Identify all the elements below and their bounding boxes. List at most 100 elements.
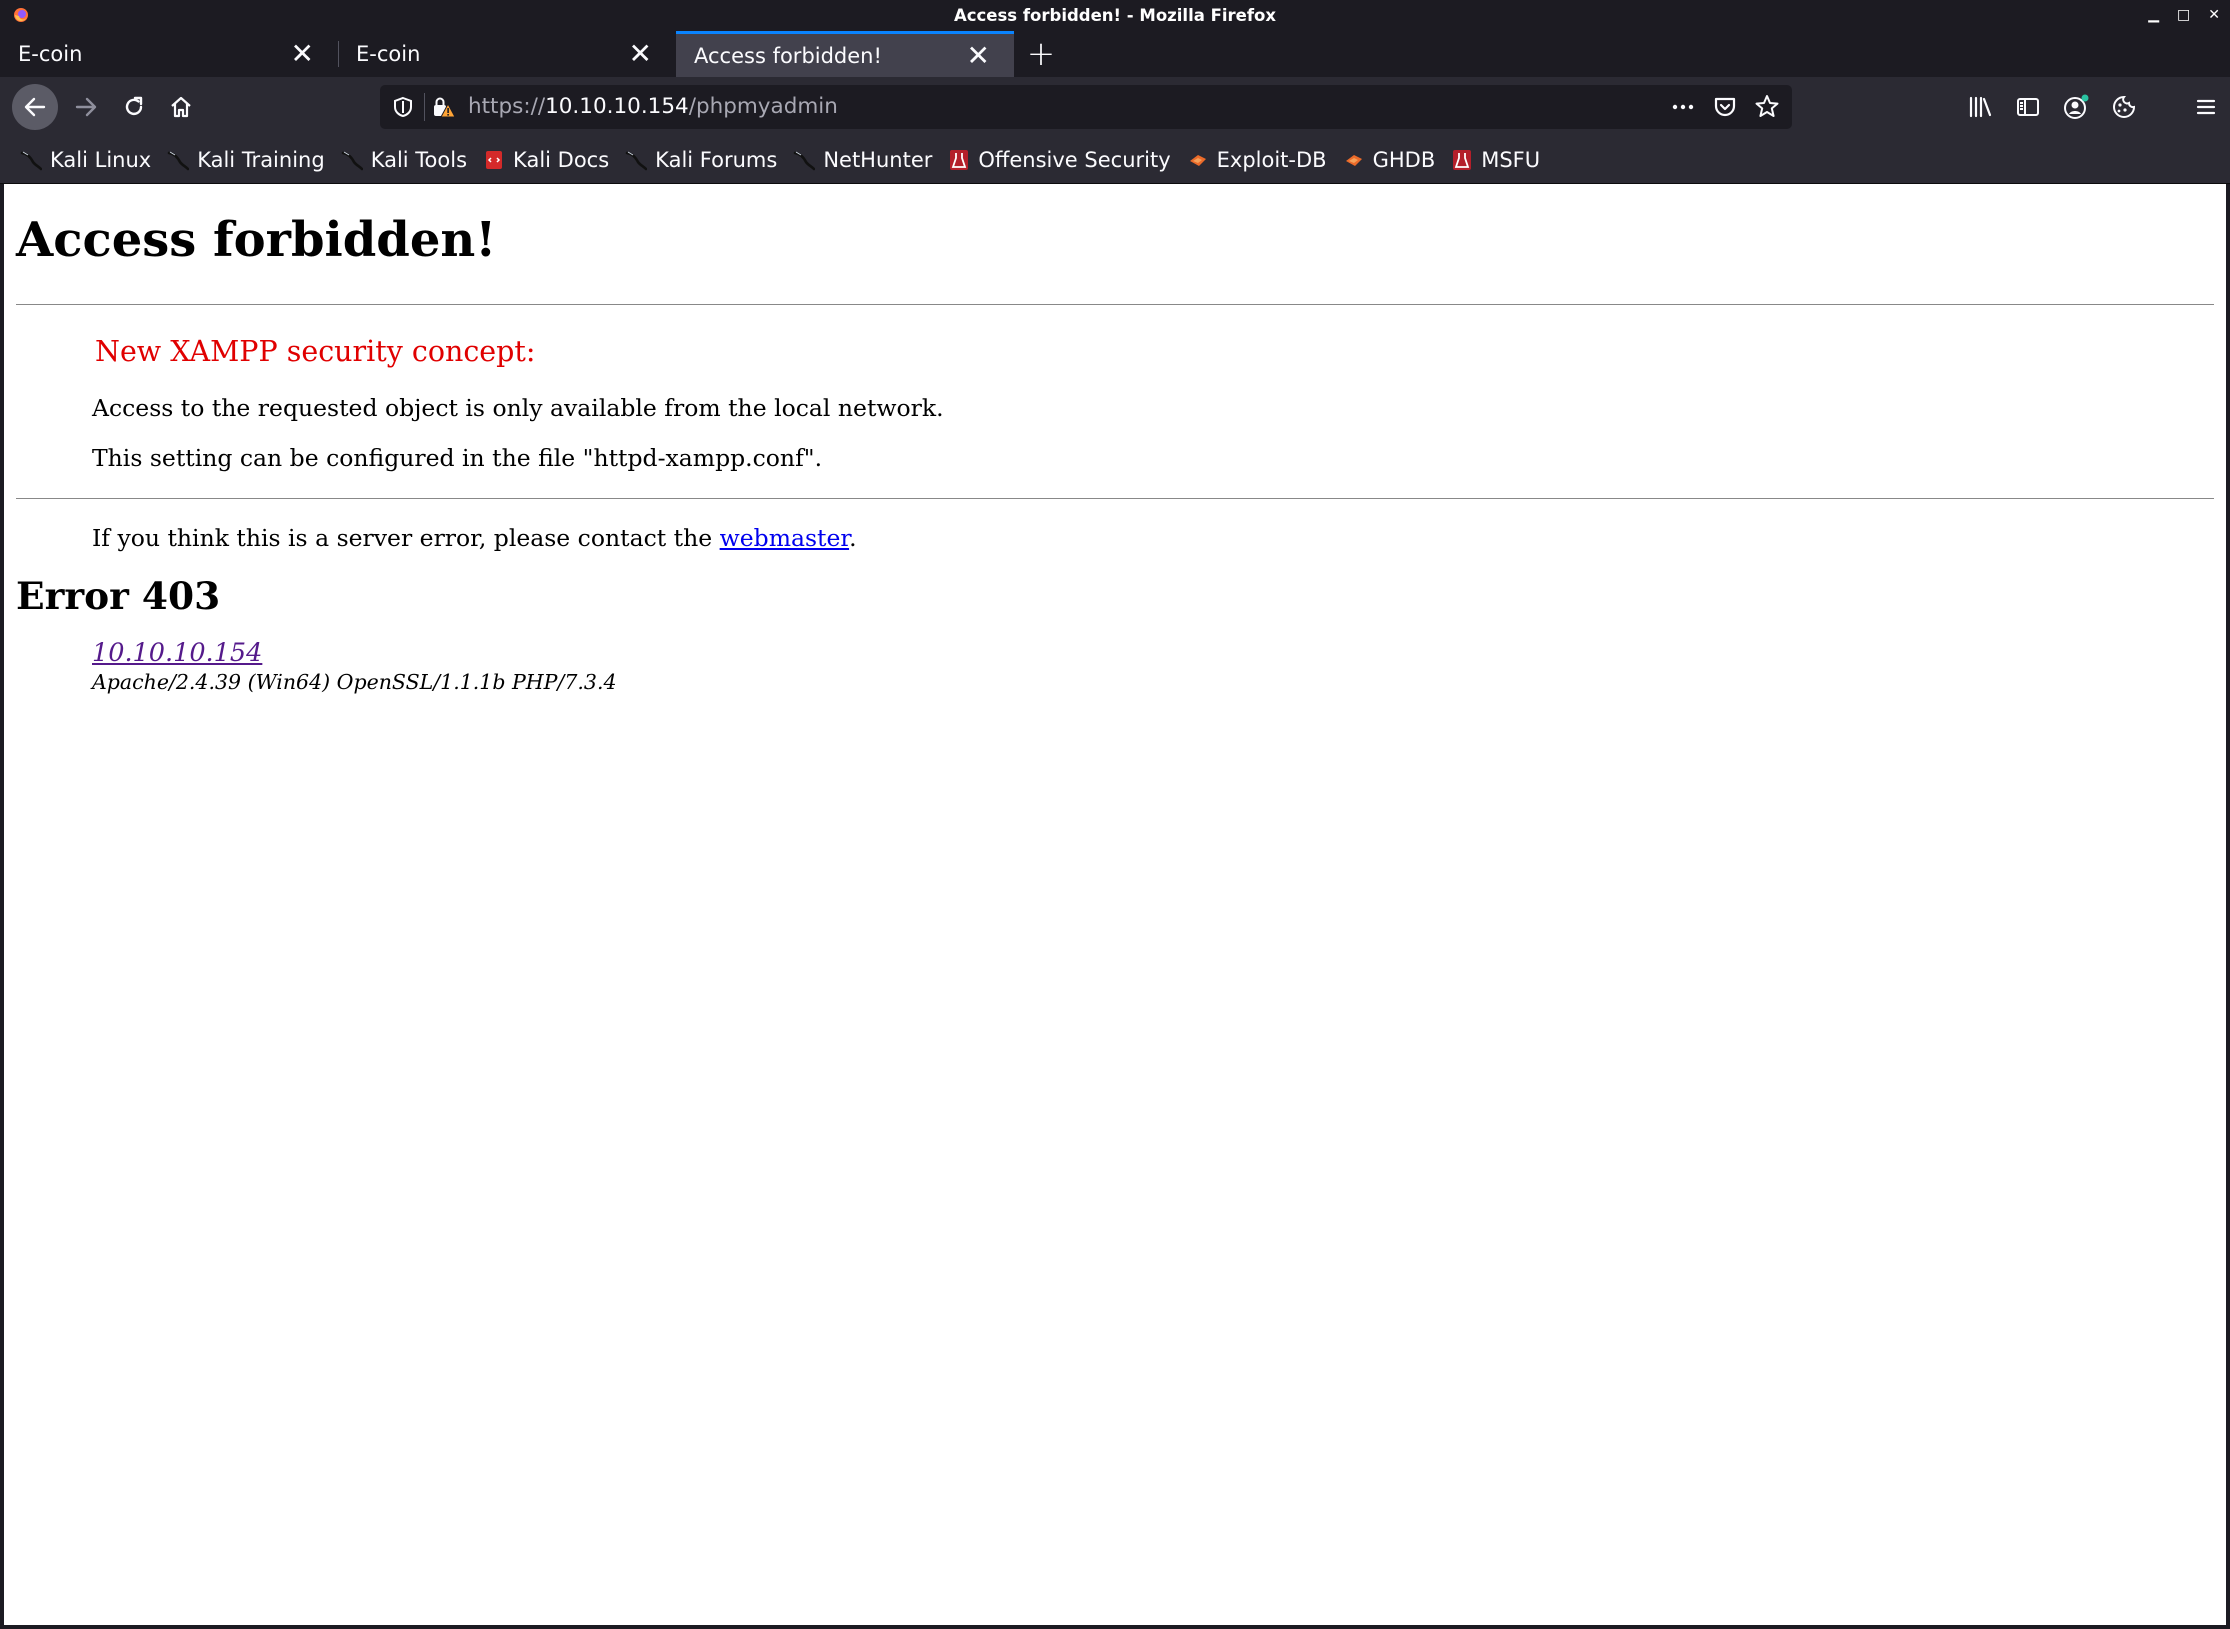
account-icon: [2064, 94, 2089, 119]
tracking-shield-icon[interactable]: [392, 96, 414, 118]
contact-suffix: .: [849, 523, 857, 552]
bookmark-label: Kali Forums: [655, 148, 778, 172]
url-protocol: https://: [468, 94, 546, 119]
navigation-toolbar: https://10.10.10.154/phpmyadmin: [0, 77, 2230, 137]
firefox-icon: [14, 8, 28, 22]
url-divider: [424, 93, 425, 121]
tab-close-icon[interactable]: ✕: [285, 40, 320, 68]
divider: [16, 497, 2214, 499]
bookmark-kali-forums[interactable]: Kali Forums: [625, 142, 777, 178]
window-title: Access forbidden! - Mozilla Firefox: [953, 6, 1277, 25]
url-bar[interactable]: https://10.10.10.154/phpmyadmin: [380, 85, 1792, 129]
toolbar-right: [1956, 84, 2230, 130]
reload-icon: [125, 96, 143, 116]
insecure-lock-warning-icon[interactable]: [432, 96, 456, 118]
window-controls: ▁ □ ✕: [2148, 6, 2220, 24]
tab-access-forbidden[interactable]: Access forbidden! ✕: [676, 31, 1014, 77]
window-frame-bottom: [0, 1625, 2230, 1629]
library-button[interactable]: [1956, 84, 2004, 130]
account-button[interactable]: [2052, 84, 2100, 130]
home-icon: [171, 96, 191, 118]
page-title: Access forbidden!: [16, 212, 497, 268]
kali-dragon-icon: [341, 151, 363, 171]
bookmark-label: MSFU: [1481, 148, 1541, 172]
server-address-link[interactable]: 10.10.10.154: [92, 638, 262, 668]
bookmark-kali-training[interactable]: Kali Training: [167, 142, 325, 178]
kali-dragon-icon: [20, 151, 42, 171]
bookmark-kali-docs[interactable]: Kali Docs: [483, 142, 609, 178]
close-window-button[interactable]: ✕: [2208, 6, 2220, 24]
tab-label: E-coin: [356, 42, 421, 66]
access-message: Access to the requested object is only a…: [92, 393, 944, 422]
back-button[interactable]: [12, 84, 58, 130]
page-actions-menu-icon[interactable]: [1670, 93, 1696, 121]
tab-strip: E-coin ✕ E-coin ✕ Access forbidden! ✕ +: [0, 31, 2230, 77]
url-actions: [1670, 93, 1780, 121]
url-text[interactable]: https://10.10.10.154/phpmyadmin: [468, 94, 838, 119]
exploit-db-icon: [1345, 155, 1362, 166]
app-menu-button[interactable]: [2182, 84, 2230, 130]
new-tab-button[interactable]: +: [1014, 31, 1068, 77]
offsec-icon: [950, 150, 969, 170]
bookmark-star-icon[interactable]: [1754, 93, 1780, 121]
bookmark-nethunter[interactable]: NetHunter: [793, 142, 932, 178]
window-titlebar: Access forbidden! - Mozilla Firefox ▁ □ …: [0, 0, 2230, 31]
bookmark-label: Offensive Security: [978, 148, 1171, 172]
url-path: /phpmyadmin: [688, 94, 838, 119]
bookmark-ghdb[interactable]: GHDB: [1343, 142, 1436, 178]
bookmark-label: Exploit-DB: [1216, 148, 1327, 172]
sidebar-button[interactable]: [2004, 84, 2052, 130]
tab-e-coin-1[interactable]: E-coin ✕: [0, 31, 338, 77]
server-address: 10.10.10.154 Apache/2.4.39 (Win64) OpenS…: [92, 638, 2214, 694]
bookmarks-toolbar: Kali Linux Kali Training Kali Tools Kali…: [0, 137, 2230, 184]
bookmark-msfu[interactable]: MSFU: [1451, 142, 1540, 178]
page-content: Access forbidden! New XAMPP security con…: [4, 184, 2226, 1625]
bookmark-label: Kali Docs: [513, 148, 610, 172]
forward-arrow-icon: [75, 97, 97, 117]
bookmark-label: Kali Tools: [370, 148, 468, 172]
tab-close-icon[interactable]: ✕: [961, 41, 996, 70]
bookmark-exploit-db[interactable]: Exploit-DB: [1187, 142, 1327, 178]
server-signature: Apache/2.4.39 (Win64) OpenSSL/1.1.1b PHP…: [92, 669, 617, 694]
cookie-icon: [2113, 95, 2136, 118]
tab-label: E-coin: [18, 42, 83, 66]
maximize-button[interactable]: □: [2177, 6, 2190, 24]
contact-message: If you think this is a server error, ple…: [92, 524, 2214, 552]
hamburger-menu-icon: [2196, 99, 2216, 115]
security-concept-heading: New XAMPP security concept:: [95, 334, 536, 368]
offsec-icon: [1453, 150, 1472, 170]
contact-prefix: If you think this is a server error, ple…: [92, 523, 720, 552]
bookmark-label: NetHunter: [823, 148, 933, 172]
config-message: This setting can be configured in the fi…: [92, 443, 823, 472]
window-frame-right: [2226, 184, 2230, 1629]
sidebar-icon: [2017, 98, 2039, 116]
back-arrow-icon: [24, 97, 46, 117]
pocket-icon[interactable]: [1712, 93, 1738, 121]
url-host: 10.10.10.154: [545, 94, 689, 119]
library-icon: [1969, 96, 1992, 118]
tab-label: Access forbidden!: [694, 43, 882, 68]
forward-button[interactable]: [63, 84, 109, 130]
bookmark-label: Kali Linux: [50, 148, 152, 172]
bookmark-label: Kali Training: [197, 148, 325, 172]
toolbar-separator: [2148, 84, 2182, 130]
tab-close-icon[interactable]: ✕: [623, 40, 658, 68]
minimize-button[interactable]: ▁: [2148, 6, 2159, 24]
kali-dragon-icon: [625, 151, 648, 171]
divider: [16, 303, 2214, 305]
exploit-db-icon: [1189, 155, 1206, 166]
bookmark-kali-linux[interactable]: Kali Linux: [20, 142, 151, 178]
window-frame-left: [0, 184, 4, 1629]
kali-dragon-icon: [167, 151, 190, 171]
kali-docs-icon: [486, 151, 503, 169]
kali-dragon-icon: [794, 151, 816, 171]
tab-e-coin-2[interactable]: E-coin ✕: [338, 31, 676, 77]
cookie-extension-button[interactable]: [2100, 84, 2148, 130]
bookmark-offensive-security[interactable]: Offensive Security: [948, 142, 1171, 178]
bookmark-kali-tools[interactable]: Kali Tools: [341, 142, 467, 178]
error-heading: Error 403: [16, 573, 221, 618]
webmaster-link[interactable]: webmaster: [720, 524, 849, 552]
reload-button[interactable]: [111, 84, 157, 130]
bookmark-label: GHDB: [1372, 148, 1436, 172]
home-button[interactable]: [158, 84, 204, 130]
